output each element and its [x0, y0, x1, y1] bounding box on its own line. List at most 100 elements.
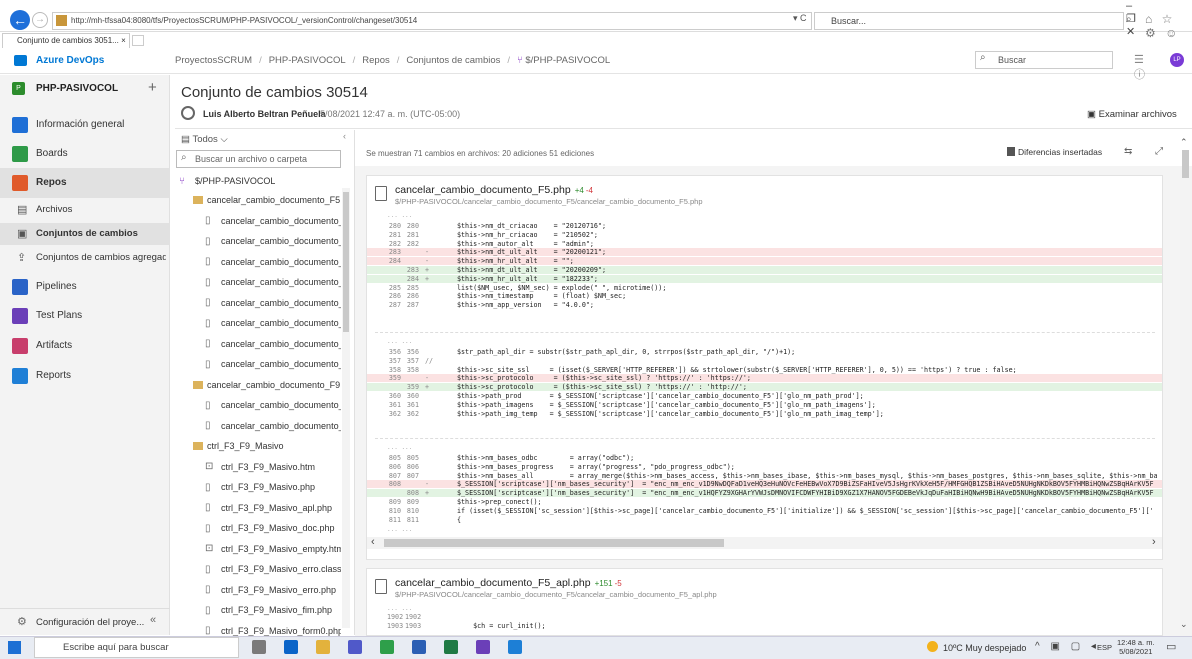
internet-explorer-icon[interactable] [508, 640, 522, 654]
tree-node[interactable]: ctrl_F3_F9_Masivo [193, 440, 341, 460]
project-settings[interactable]: ⚙ Configuración del proye... « [0, 608, 170, 634]
windows-start-icon[interactable] [8, 641, 21, 654]
new-tab-button[interactable] [132, 35, 144, 46]
page-scrollbar-thumb[interactable] [1182, 150, 1189, 178]
tree-node[interactable]: cancelar_cambio_documento_F5 [193, 194, 341, 214]
word-icon[interactable] [412, 640, 426, 654]
filter-dropdown[interactable]: ▤ Todos ⌵ [181, 134, 228, 145]
excel-icon[interactable] [444, 640, 458, 654]
project-badge[interactable]: P [12, 82, 25, 95]
nav-subitem-1[interactable]: ▣ Conjuntos de cambios [0, 223, 170, 245]
tree-node[interactable]: ▯ cancelar_cambio_documento_... [205, 399, 341, 419]
tree-node[interactable]: ▯ cancelar_cambio_documento_... [205, 235, 341, 255]
nav-item-label: Test Plans [36, 310, 83, 321]
tree-node[interactable]: ▯ ctrl_F3_F9_Masivo_fim.php [205, 604, 341, 624]
address-tools[interactable]: ▾ C [793, 13, 807, 24]
tree-node[interactable]: ⊡ ctrl_F3_F9_Masivo.htm [205, 461, 341, 481]
notifications-icon[interactable]: ▭ [1166, 640, 1176, 653]
tree-node[interactable]: ⊡ ctrl_F3_F9_Masivo_empty.htm [205, 543, 341, 563]
tree-node[interactable]: ▯ cancelar_cambio_documento_... [205, 215, 341, 235]
add-button[interactable]: + [148, 79, 157, 96]
collapse-nav-button[interactable]: « [150, 614, 156, 626]
page-scrollbar[interactable] [1180, 166, 1192, 636]
hunk-separator[interactable]: ... ... [387, 338, 412, 345]
nav-item-test-plans[interactable]: Test Plans [0, 301, 170, 331]
tree-scrollbar-thumb[interactable] [343, 192, 349, 332]
file-search-input[interactable]: Buscar un archivo o carpeta [176, 150, 341, 168]
tree-node[interactable]: ▯ cancelar_cambio_documento_... [205, 338, 341, 358]
hunk-separator[interactable]: ... ... [387, 444, 412, 451]
azure-devops-logo-icon[interactable] [14, 55, 27, 66]
outlook-icon[interactable] [284, 640, 298, 654]
chrome-icon[interactable] [380, 640, 394, 654]
file-name[interactable]: cancelar_cambio_documento_F5_apl.php +151… [395, 577, 622, 589]
scroll-left-arrow[interactable]: ‹ [371, 536, 375, 548]
tree-node[interactable]: ▯ ctrl_F3_F9_Masivo_erro.class.p... [205, 563, 341, 583]
tree-node[interactable]: ▯ ctrl_F3_F9_Masivo_erro.php [205, 584, 341, 604]
tree-node[interactable]: ▯ cancelar_cambio_documento_... [205, 256, 341, 276]
tree-node[interactable]: ▯ ctrl_F3_F9_Masivo.php [205, 481, 341, 501]
avatar[interactable]: LP [1170, 53, 1184, 67]
hunk-separator[interactable]: ... ... [387, 212, 412, 219]
breadcrumb-item[interactable]: Conjuntos de cambios [406, 55, 500, 66]
address-bar[interactable]: http://mh-tfssa04:8080/tfs/ProyectosSCRU… [52, 12, 812, 30]
nav-subitem-2[interactable]: ⇪ Conjuntos de cambios agregad... [0, 247, 170, 269]
language-indicator[interactable]: ESP [1097, 643, 1112, 652]
breadcrumb-item[interactable]: ProyectosSCRUM [175, 55, 252, 66]
scroll-right-arrow[interactable]: › [1152, 536, 1156, 548]
browser-search-input[interactable]: Buscar... [814, 12, 1124, 30]
breadcrumb-item[interactable]: PHP-PASIVOCOL [269, 55, 346, 66]
scroll-up-arrow[interactable]: ⌃ [1180, 137, 1188, 148]
weather-icon[interactable] [927, 641, 938, 652]
tree-root[interactable]: ⑂ $/PHP-PASIVOCOL [179, 175, 275, 195]
tree-node[interactable]: ▯ cancelar_cambio_documento_... [205, 297, 341, 317]
project-name[interactable]: PHP-PASIVOCOL [36, 83, 118, 94]
nav-item-artifacts[interactable]: Artifacts [0, 331, 170, 361]
diff-mode-toggle[interactable]: Diferencias insertadas [1018, 147, 1102, 157]
taskbar-search-input[interactable]: Escribe aquí para buscar [34, 637, 239, 658]
hunk-separator[interactable]: ... ... [387, 605, 412, 612]
browser-tab[interactable]: Conjunto de cambios 3051... × [2, 33, 130, 48]
file-name[interactable]: cancelar_cambio_documento_F5.php +4 -4 [395, 184, 593, 196]
tree-node-label: ctrl_F3_F9_Masivo [207, 441, 284, 452]
brand-name[interactable]: Azure DevOps [36, 55, 104, 66]
tree-node[interactable]: cancelar_cambio_documento_F9 [193, 379, 341, 399]
tree-node[interactable]: ▯ cancelar_cambio_documento_... [205, 358, 341, 378]
weather-text[interactable]: 10ºC Muy despejado [943, 643, 1026, 653]
system-tray-icons[interactable]: ^ ▣ ▢ ◂ [1035, 641, 1100, 652]
tree-node[interactable]: ▯ cancelar_cambio_documento_... [205, 317, 341, 337]
scroll-down-arrow[interactable]: ⌄ [1180, 619, 1188, 630]
horizontal-scrollbar-thumb[interactable] [384, 539, 724, 547]
tree-node[interactable]: ▯ ctrl_F3_F9_Masivo_apl.php [205, 502, 341, 522]
forward-button[interactable]: → [32, 12, 48, 28]
diff-view-icons[interactable]: ⇆ ⤢ [1124, 146, 1173, 157]
tree-node[interactable]: ▯ cancelar_cambio_documento_... [205, 276, 341, 296]
nav-subitem-0[interactable]: ▤ Archivos [0, 199, 170, 221]
nav-item-boards[interactable]: Boards [0, 139, 170, 169]
tree-node[interactable]: ▯ ctrl_F3_F9_Masivo_doc.php [205, 522, 341, 542]
deleted-line: 808 - $_SESSION['scriptcase']['nm_bases_se… [367, 480, 1162, 489]
additions-count: +151 [594, 579, 613, 588]
teams-icon[interactable] [348, 640, 362, 654]
clock[interactable]: 12:48 a. m. 5/08/2021 [1117, 638, 1155, 656]
header-search-input[interactable]: Buscar [975, 51, 1113, 69]
nav-item-informaci-n-general[interactable]: Información general [0, 110, 170, 140]
task-view-icon[interactable] [252, 640, 266, 654]
collapse-tree-button[interactable]: ‹ [343, 131, 346, 141]
breadcrumb-item[interactable]: Repos [362, 55, 389, 66]
code-text: $this->nm_autor_alt = "admin"; [457, 239, 594, 248]
hunk-separator[interactable]: ... ... [387, 526, 412, 533]
visual-studio-icon[interactable] [476, 640, 490, 654]
code-text: $_SESSION['scriptcase']['nm_bases_securi… [457, 489, 1154, 498]
tab-close-icon[interactable]: × [121, 36, 126, 45]
file-explorer-icon[interactable] [316, 640, 330, 654]
breadcrumb-item[interactable]: $/PHP-PASIVOCOL [525, 55, 610, 66]
nav-item-reports[interactable]: Reports [0, 361, 170, 391]
nav-item-repos[interactable]: Repos [0, 168, 170, 198]
change-marker: + [425, 274, 430, 283]
tree-node[interactable]: ▯ cancelar_cambio_documento_... [205, 420, 341, 440]
window-controls[interactable]: – ❐ ✕ [1126, 0, 1192, 38]
browse-files-link[interactable]: ▣ Examinar archivos [1087, 109, 1177, 120]
back-button[interactable]: ← [10, 10, 30, 30]
nav-item-pipelines[interactable]: Pipelines [0, 272, 170, 302]
